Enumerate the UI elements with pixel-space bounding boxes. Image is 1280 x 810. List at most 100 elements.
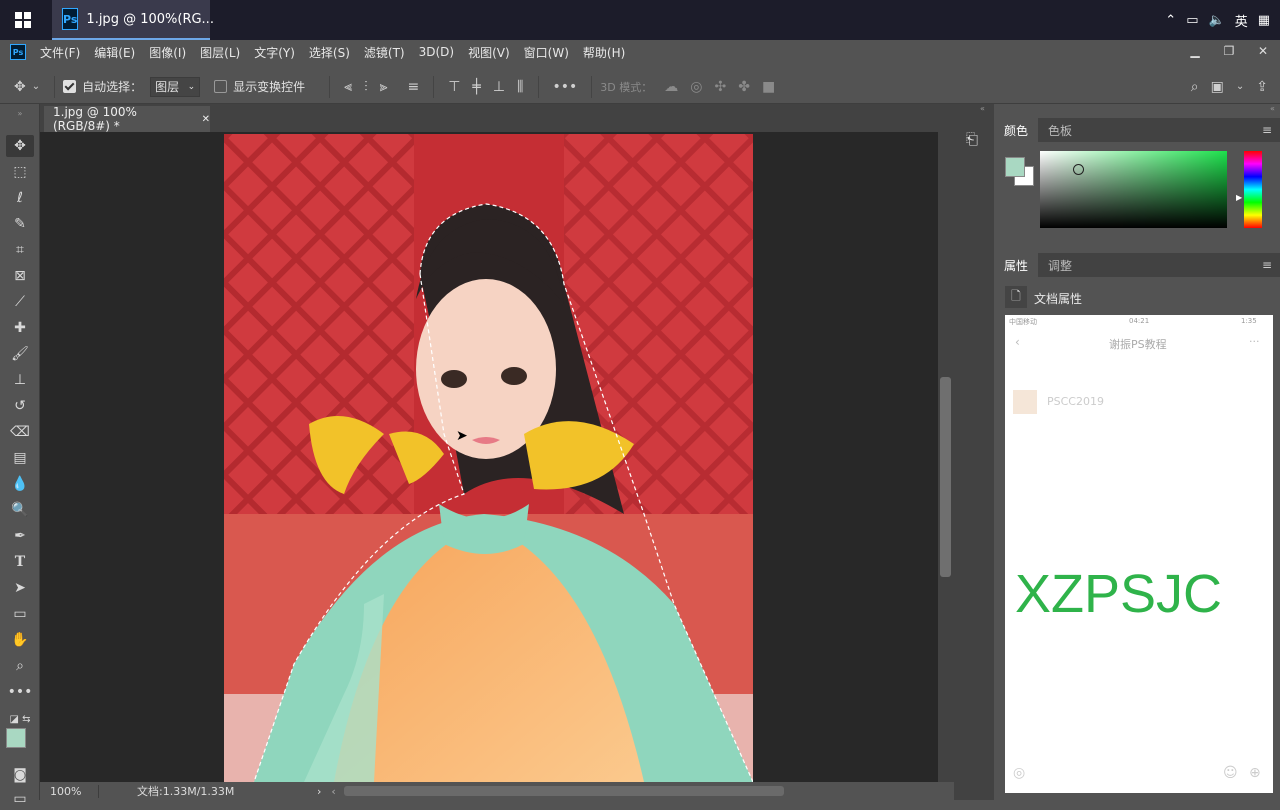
eyedropper-tool-icon[interactable]: ⟋ <box>6 291 34 313</box>
align-bottom-icon[interactable]: ⊥ <box>493 79 505 95</box>
eraser-tool-icon[interactable]: ⌫ <box>6 421 34 443</box>
collapse-icon[interactable]: » <box>6 108 34 118</box>
edit-toolbar-icon[interactable]: ••• <box>6 681 34 703</box>
volume-icon[interactable]: 🔈 <box>1209 13 1225 28</box>
horizontal-scrollbar-thumb[interactable] <box>343 786 784 796</box>
rectangle-tool-icon[interactable]: ▭ <box>6 603 34 625</box>
quick-mask-icon[interactable]: ◙ <box>6 764 34 786</box>
share-icon[interactable]: ⇪ <box>1256 79 1268 95</box>
lasso-tool-icon[interactable]: ℓ <box>6 187 34 209</box>
crop-tool-icon[interactable]: ⌗ <box>6 239 34 261</box>
close-icon[interactable]: ✕ <box>1246 40 1280 62</box>
close-tab-icon[interactable]: ✕ <box>202 114 210 125</box>
chevron-up-icon[interactable]: ⌃ <box>1165 13 1176 28</box>
foreground-color-swatch[interactable] <box>6 728 26 748</box>
3d-pan-icon[interactable]: ✣ <box>714 79 726 95</box>
menu-layer[interactable]: 图层(L) <box>200 44 240 61</box>
align-vcenter-icon[interactable]: ╪ <box>472 79 480 95</box>
marquee-tool-icon[interactable]: ⬚ <box>6 161 34 183</box>
align-hcenter-icon[interactable]: ⫶ <box>364 79 368 95</box>
chevron-down-icon[interactable]: ⌄ <box>1236 81 1244 92</box>
menu-help[interactable]: 帮助(H) <box>583 44 625 61</box>
menu-view[interactable]: 视图(V) <box>468 44 510 61</box>
gradient-tool-icon[interactable]: ▤ <box>6 447 34 469</box>
panel-menu-icon[interactable]: ≡ <box>1262 123 1272 137</box>
menu-edit[interactable]: 编辑(E) <box>94 44 135 61</box>
3d-roll-icon[interactable]: ◎ <box>690 79 702 95</box>
foreground-color-chip[interactable] <box>1005 157 1025 177</box>
tab-properties[interactable]: 属性 <box>994 253 1039 277</box>
show-transform-checkbox[interactable] <box>214 80 228 93</box>
screen-mode-icon[interactable]: ▭ <box>6 788 34 810</box>
document-image[interactable] <box>224 134 753 782</box>
healing-brush-tool-icon[interactable]: ✚ <box>6 317 34 339</box>
input-language[interactable]: 英 <box>1235 11 1248 30</box>
color-picker-handle[interactable] <box>1073 164 1084 175</box>
menu-3d[interactable]: 3D(D) <box>419 45 454 59</box>
move-tool-preset-icon[interactable]: ✥ <box>14 79 26 95</box>
dodge-tool-icon[interactable]: 🔍 <box>6 499 34 521</box>
document-tab-title: 1.jpg @ 100%(RGB/8#) * <box>53 105 137 133</box>
workspace-icon[interactable]: ▣ <box>1211 79 1224 95</box>
panel-menu-icon[interactable]: ≡ <box>1262 258 1272 272</box>
3d-orbit-icon[interactable]: ☁ <box>664 79 678 95</box>
history-brush-tool-icon[interactable]: ↺ <box>6 395 34 417</box>
align-left-icon[interactable]: ⫷ <box>344 79 352 95</box>
collapse-icon[interactable]: « <box>980 104 985 113</box>
3d-scale-icon[interactable]: ■ <box>762 79 775 95</box>
photoshop-app-icon[interactable]: Ps <box>10 44 26 60</box>
chevron-down-icon[interactable]: ⌄ <box>32 81 40 92</box>
brush-tool-icon[interactable]: 🖌 <box>6 343 34 365</box>
3d-slide-icon[interactable]: ✤ <box>738 79 750 95</box>
pen-tool-icon[interactable]: ✒ <box>6 525 34 547</box>
align-right-icon[interactable]: ⫸ <box>380 79 388 95</box>
menu-filter[interactable]: 滤镜(T) <box>364 44 405 61</box>
distribute-vertical-icon[interactable]: ⫼ <box>517 79 523 95</box>
more-options-icon[interactable]: ••• <box>553 79 578 95</box>
move-tool-icon[interactable]: ✥ <box>6 135 34 157</box>
history-panel-icon[interactable]: ⎗ <box>966 130 978 148</box>
frame-tool-icon[interactable]: ⊠ <box>6 265 34 287</box>
action-center-icon[interactable]: ▦ <box>1258 13 1270 28</box>
document-icon: 🗋 <box>1005 286 1027 308</box>
menu-image[interactable]: 图像(I) <box>149 44 186 61</box>
blur-tool-icon[interactable]: 💧 <box>6 473 34 495</box>
tab-swatches[interactable]: 色板 <box>1038 118 1082 142</box>
hue-slider[interactable] <box>1244 151 1262 228</box>
voice-icon: ◎ <box>1013 765 1026 781</box>
hue-slider-handle[interactable]: ▶ <box>1236 193 1242 202</box>
path-selection-tool-icon[interactable]: ➤ <box>6 577 34 599</box>
document-size-info[interactable]: 文档:1.33M/1.33M <box>99 783 277 799</box>
menu-window[interactable]: 窗口(W) <box>524 44 569 61</box>
contact-name: PSCC2019 <box>1047 395 1104 408</box>
distribute-horizontal-icon[interactable]: ≡ <box>407 79 419 95</box>
windows-start-icon[interactable] <box>0 0 46 40</box>
vertical-scrollbar-thumb[interactable] <box>940 377 951 577</box>
clone-stamp-tool-icon[interactable]: ⊥ <box>6 369 34 391</box>
align-top-icon[interactable]: ⊤ <box>448 79 460 95</box>
tab-adjustments[interactable]: 调整 <box>1038 253 1082 277</box>
chevron-right-icon[interactable]: › <box>317 785 321 798</box>
taskbar-photoshop-window[interactable]: Ps 1.jpg @ 100%(RG... <box>52 0 214 40</box>
color-picker-field[interactable] <box>1040 151 1227 228</box>
type-tool-icon[interactable]: T <box>6 551 34 573</box>
network-icon[interactable]: ▭ <box>1186 13 1198 28</box>
search-icon[interactable]: ⌕ <box>1191 79 1199 95</box>
show-transform-label: 显示变换控件 <box>233 80 306 94</box>
collapse-icon[interactable]: « <box>1270 104 1275 113</box>
zoom-tool-icon[interactable]: ⌕ <box>6 655 34 677</box>
menu-file[interactable]: 文件(F) <box>40 44 80 61</box>
menu-select[interactable]: 选择(S) <box>309 44 350 61</box>
auto-select-target-dropdown[interactable]: 图层 ⌄ <box>150 76 201 97</box>
restore-icon[interactable]: ❐ <box>1212 40 1246 62</box>
tab-color[interactable]: 颜色 <box>994 118 1039 142</box>
zoom-level[interactable]: 100% <box>40 784 99 798</box>
minimize-icon[interactable]: ▁ <box>1178 40 1212 62</box>
auto-select-checkbox[interactable] <box>63 80 77 93</box>
menu-type[interactable]: 文字(Y) <box>254 44 295 61</box>
quick-select-tool-icon[interactable]: ✎ <box>6 213 34 235</box>
default-colors-icon[interactable]: ◪ ⇆ <box>6 708 34 730</box>
chevron-left-icon[interactable]: ‹ <box>331 785 335 798</box>
document-tab[interactable]: 1.jpg @ 100%(RGB/8#) * ✕ <box>44 105 210 133</box>
hand-tool-icon[interactable]: ✋ <box>6 629 34 651</box>
